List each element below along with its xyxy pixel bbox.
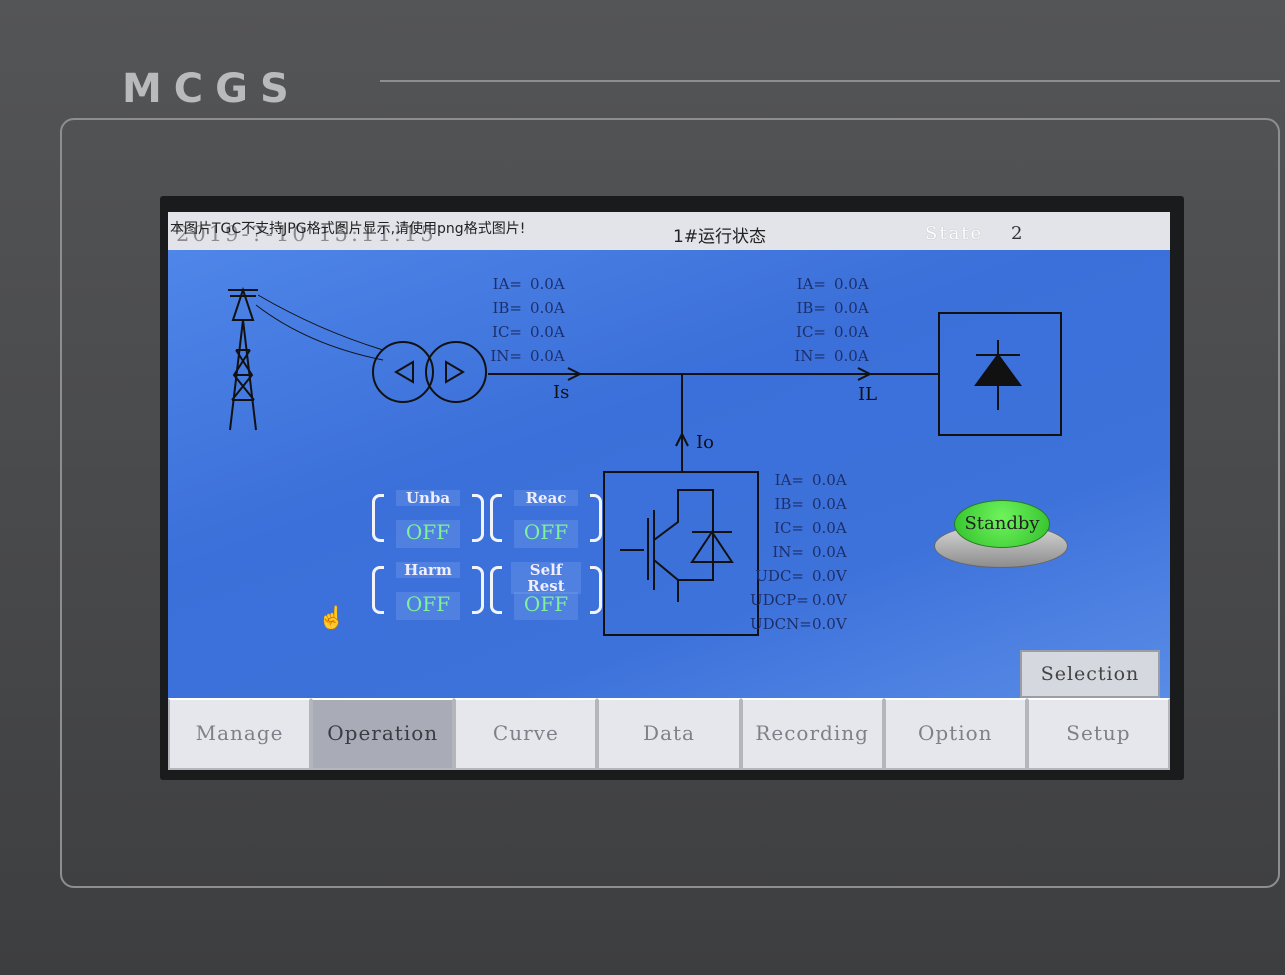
- unba-label: Unba: [396, 490, 460, 506]
- operation-panel: Is IL Io IA= 0.0A IB= 0.0A IC= 0.0A IN= 0.0A…: [168, 250, 1170, 698]
- reac-toggle[interactable]: Reac OFF: [490, 490, 602, 548]
- tab-manage[interactable]: Manage: [168, 698, 312, 770]
- bezel-line: [380, 80, 1280, 82]
- transmission-tower-icon: [228, 286, 384, 431]
- il-label: IL: [858, 384, 877, 405]
- self-rest-state: OFF: [514, 592, 578, 620]
- source-measurements: IA= 0.0A IB= 0.0A IC= 0.0A IN= 0.0A: [490, 275, 565, 365]
- tab-setup[interactable]: Setup: [1026, 698, 1170, 770]
- page-title: 1#运行状态: [673, 227, 767, 247]
- tab-recording[interactable]: Recording: [740, 698, 884, 770]
- tab-curve[interactable]: Curve: [454, 698, 598, 770]
- hand-cursor-icon: ☝: [318, 606, 346, 631]
- selection-button[interactable]: Selection: [1020, 650, 1160, 698]
- standby-button[interactable]: Standby: [934, 500, 1068, 572]
- brand-logo: MCGS: [122, 66, 301, 112]
- harm-label: Harm: [396, 562, 460, 578]
- tab-option[interactable]: Option: [883, 698, 1027, 770]
- converter-measurements: IA= 0.0A IB= 0.0A IC= 0.0A IN= 0.0A UDC= 0.0V…: [750, 471, 847, 633]
- bottom-nav: Manage Operation Curve Data Recording Op…: [168, 698, 1170, 770]
- tab-data[interactable]: Data: [597, 698, 741, 770]
- reac-state: OFF: [514, 520, 578, 548]
- tab-operation[interactable]: Operation: [311, 698, 455, 770]
- unba-state: OFF: [396, 520, 460, 548]
- header-bar: 2019-?-10 15:11:15 本图片TGC不支持JPG格式图片显示,请使…: [168, 212, 1170, 250]
- load-measurements: IA= 0.0A IB= 0.0A IC= 0.0A IN= 0.0A: [794, 275, 869, 365]
- state-value: 2: [1011, 223, 1023, 244]
- is-label: Is: [553, 382, 569, 403]
- standby-label: Standby: [954, 500, 1050, 548]
- harm-state: OFF: [396, 592, 460, 620]
- unba-toggle[interactable]: Unba OFF: [372, 490, 484, 548]
- self-rest-label: Self Rest: [511, 562, 581, 594]
- igbt-converter-icon: [603, 471, 759, 636]
- state-label: State: [925, 223, 984, 244]
- harm-toggle[interactable]: Harm OFF: [372, 562, 484, 620]
- image-error-message: 本图片TGC不支持JPG格式图片显示,请使用png格式图片!: [170, 221, 526, 237]
- io-label: Io: [696, 432, 714, 453]
- reac-label: Reac: [514, 490, 578, 506]
- self-rest-toggle[interactable]: Self Rest OFF: [490, 562, 602, 620]
- load-rectifier-icon: [938, 312, 1062, 436]
- screen: 2019-?-10 15:11:15 本图片TGC不支持JPG格式图片显示,请使…: [168, 212, 1170, 770]
